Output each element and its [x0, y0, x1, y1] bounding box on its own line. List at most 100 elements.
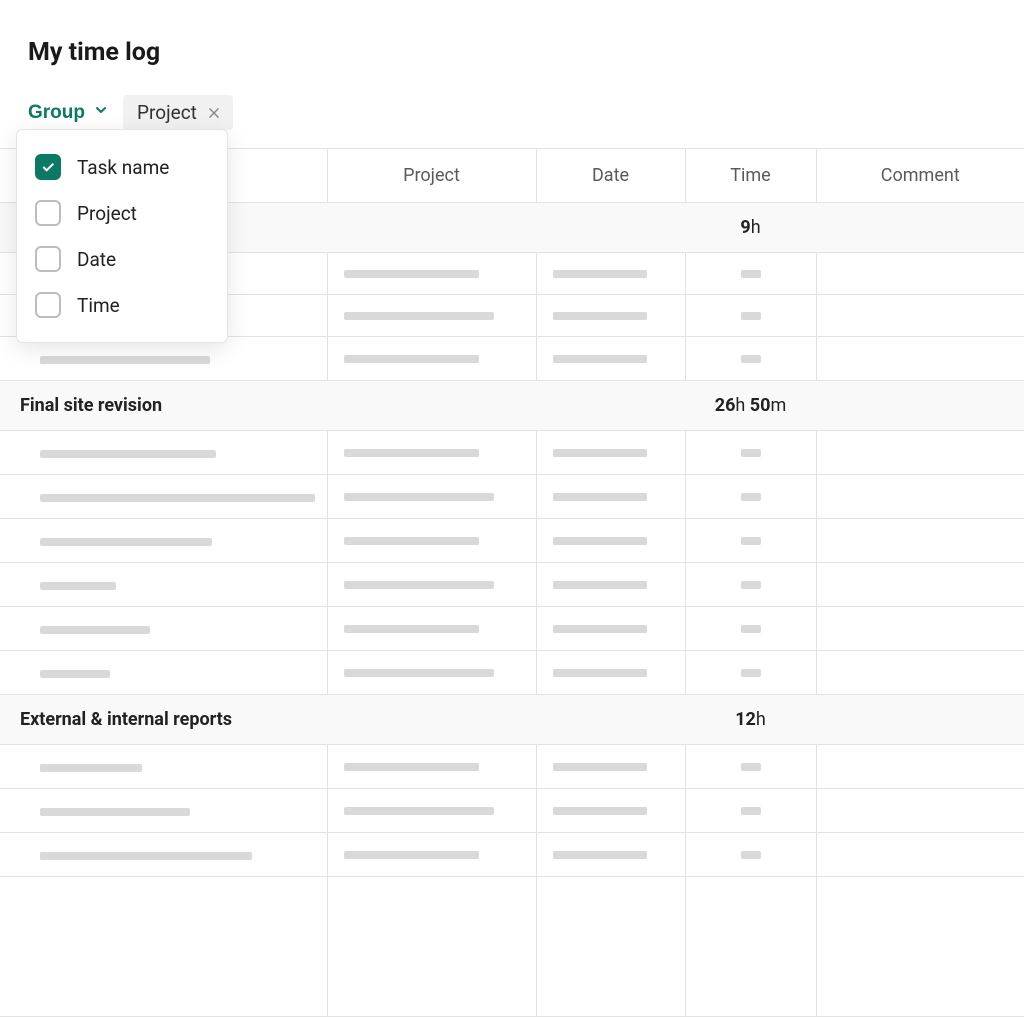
cell-task	[0, 475, 327, 519]
group-dropdown: Task name Project Date Time	[16, 129, 228, 343]
group-row[interactable]: External & internal reports12h	[0, 695, 1024, 745]
cell-date	[536, 789, 685, 833]
cell-comment	[816, 563, 1024, 607]
cell-comment	[816, 745, 1024, 789]
dropdown-item-project[interactable]: Project	[27, 190, 217, 236]
cell-comment	[816, 253, 1024, 295]
cell-project	[327, 607, 536, 651]
column-header-time[interactable]: Time	[685, 149, 816, 203]
cell-project	[327, 253, 536, 295]
cell-project	[327, 789, 536, 833]
cell-project	[327, 295, 536, 337]
cell-project	[327, 431, 536, 475]
cell-time	[685, 563, 816, 607]
cell-comment	[816, 519, 1024, 563]
group-comment-cell	[816, 695, 1024, 745]
cell-date	[536, 337, 685, 381]
cell-date	[536, 519, 685, 563]
group-name: Final site revision	[0, 381, 685, 431]
empty-cell	[327, 877, 536, 1017]
table-row[interactable]	[0, 651, 1024, 695]
table-row[interactable]	[0, 475, 1024, 519]
cell-comment	[816, 607, 1024, 651]
cell-task	[0, 563, 327, 607]
group-button[interactable]: Group	[28, 100, 109, 126]
dropdown-item-time[interactable]: Time	[27, 282, 217, 328]
group-button-label: Group	[28, 102, 85, 124]
cell-task	[0, 337, 327, 381]
cell-comment	[816, 475, 1024, 519]
cell-project	[327, 337, 536, 381]
empty-cell	[685, 877, 816, 1017]
cell-task	[0, 607, 327, 651]
cell-task	[0, 833, 327, 877]
cell-task	[0, 651, 327, 695]
table-row[interactable]	[0, 431, 1024, 475]
cell-task	[0, 431, 327, 475]
cell-time	[685, 253, 816, 295]
group-total-time: 9h	[685, 203, 816, 253]
cell-date	[536, 431, 685, 475]
table-row[interactable]	[0, 745, 1024, 789]
filter-chip-label: Project	[137, 101, 197, 124]
chevron-down-icon	[93, 102, 109, 124]
table-row[interactable]	[0, 519, 1024, 563]
dropdown-item-date[interactable]: Date	[27, 236, 217, 282]
cell-task	[0, 519, 327, 563]
cell-project	[327, 519, 536, 563]
cell-date	[536, 833, 685, 877]
cell-date	[536, 651, 685, 695]
table-row[interactable]	[0, 789, 1024, 833]
checkbox-unchecked-icon	[35, 200, 61, 226]
checkbox-checked-icon	[35, 154, 61, 180]
cell-comment	[816, 833, 1024, 877]
cell-date	[536, 607, 685, 651]
cell-time	[685, 337, 816, 381]
cell-comment	[816, 337, 1024, 381]
group-total-time: 26h 50m	[685, 381, 816, 431]
column-header-date[interactable]: Date	[536, 149, 685, 203]
cell-time	[685, 519, 816, 563]
cell-date	[536, 475, 685, 519]
table-row[interactable]	[0, 833, 1024, 877]
cell-date	[536, 563, 685, 607]
checkbox-unchecked-icon	[35, 246, 61, 272]
cell-date	[536, 253, 685, 295]
cell-project	[327, 475, 536, 519]
cell-comment	[816, 651, 1024, 695]
cell-comment	[816, 431, 1024, 475]
table-row[interactable]	[0, 563, 1024, 607]
close-icon[interactable]	[207, 106, 221, 120]
cell-task	[0, 789, 327, 833]
cell-project	[327, 651, 536, 695]
group-total-time: 12h	[685, 695, 816, 745]
cell-project	[327, 833, 536, 877]
filter-chip-project[interactable]: Project	[123, 95, 233, 130]
cell-comment	[816, 789, 1024, 833]
cell-time	[685, 833, 816, 877]
cell-project	[327, 563, 536, 607]
checkbox-unchecked-icon	[35, 292, 61, 318]
table-row[interactable]	[0, 607, 1024, 651]
cell-time	[685, 745, 816, 789]
toolbar: Group Project Task name Project Date Tim…	[28, 95, 1024, 130]
column-header-project[interactable]: Project	[327, 149, 536, 203]
empty-cell	[0, 877, 327, 1017]
dropdown-item-label: Date	[77, 248, 116, 271]
cell-comment	[816, 295, 1024, 337]
dropdown-item-task-name[interactable]: Task name	[27, 144, 217, 190]
column-header-comment[interactable]: Comment	[816, 149, 1024, 203]
table-row[interactable]	[0, 337, 1024, 381]
empty-cell	[816, 877, 1024, 1017]
page-title: My time log	[28, 38, 1024, 67]
cell-time	[685, 607, 816, 651]
cell-task	[0, 745, 327, 789]
group-row[interactable]: Final site revision26h 50m	[0, 381, 1024, 431]
cell-time	[685, 295, 816, 337]
cell-time	[685, 475, 816, 519]
dropdown-item-label: Task name	[77, 156, 169, 179]
cell-time	[685, 431, 816, 475]
cell-date	[536, 295, 685, 337]
cell-time	[685, 651, 816, 695]
dropdown-item-label: Project	[77, 202, 137, 225]
